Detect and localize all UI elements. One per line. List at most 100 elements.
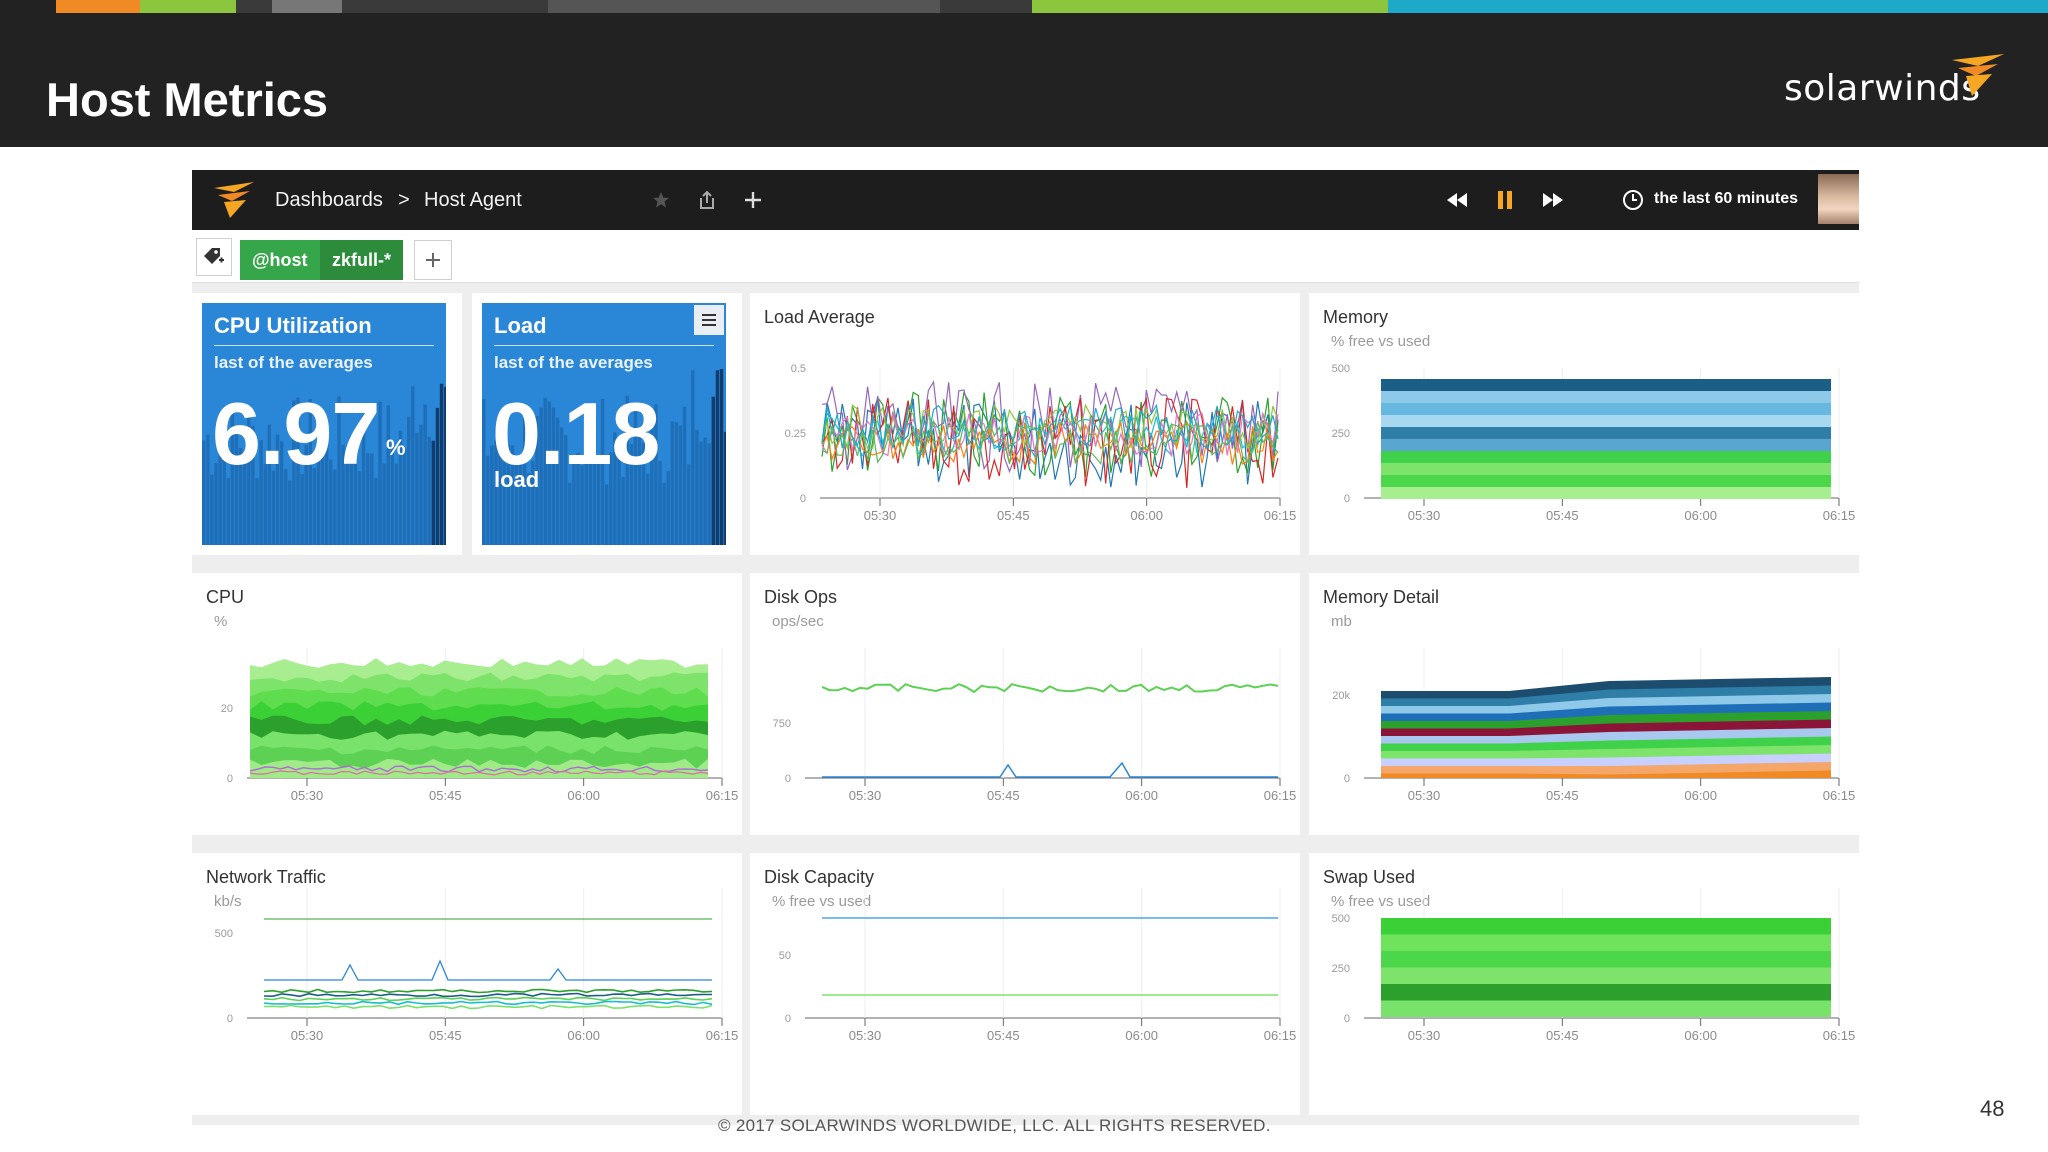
network-traffic-panel: Network Traffic kb/s 500 0 05:30 05:45 06:00…: [192, 853, 742, 1115]
x-tick-label: 05:30: [1408, 788, 1441, 803]
breadcrumb-host-agent[interactable]: Host Agent: [424, 189, 522, 212]
sparkline-bar: [407, 416, 411, 545]
y-tick-label: 750: [773, 718, 791, 730]
swap-band: [1381, 951, 1831, 968]
memory-band: [1381, 379, 1831, 391]
tag-key-pill[interactable]: @host: [240, 240, 320, 280]
sparkline-bar: [427, 436, 431, 545]
sparkline-bar: [711, 396, 715, 545]
solarwinds-logo-icon[interactable]: [212, 180, 256, 220]
x-tick-label: 06:00: [1684, 1028, 1717, 1043]
network-line: [264, 959, 712, 981]
pause-icon[interactable]: [1490, 184, 1520, 216]
sparkline-bar: [662, 482, 666, 545]
sparkline-bar: [206, 434, 210, 545]
x-tick-label: 05:30: [1408, 508, 1441, 523]
memory-band: [1381, 439, 1831, 451]
solarwinds-logo-icon: [1952, 54, 2004, 96]
sparkline-bar: [695, 429, 699, 545]
swap-used-panel: Swap Used % free vs used 500 250 0 05:30 05:…: [1309, 853, 1859, 1115]
memory-detail-panel: Memory Detail mb 20k 0 05:30 05:45 06:00 06:1…: [1309, 573, 1859, 835]
x-tick-label: 05:45: [1546, 788, 1579, 803]
y-tick-label: 250: [1332, 428, 1350, 440]
sparkline-bar: [699, 441, 703, 545]
star-icon[interactable]: [648, 184, 674, 216]
stat-unit: %: [386, 435, 406, 460]
stat-unit: load: [494, 467, 540, 492]
sparkline-bar: [707, 443, 711, 545]
stat-divider: [214, 345, 434, 346]
x-tick-label: 06:15: [1264, 1028, 1297, 1043]
sparkline-bar: [435, 407, 440, 545]
memory-band: [1381, 391, 1831, 403]
plus-icon: [426, 253, 440, 267]
stat-title: Load: [494, 313, 547, 338]
load-average-chart: 0.5 0.25 0 05:30 05:45 06:00 06:15: [785, 363, 1297, 523]
sparkline-bar: [439, 383, 444, 545]
y-tick-label: 0.25: [785, 428, 806, 440]
x-tick-label: 05:45: [429, 1028, 462, 1043]
cpu-utilization-panel: CPU Utilization last of the averages 6.9…: [192, 293, 462, 555]
sparkline-bar: [719, 369, 724, 545]
sparkline-bar: [288, 480, 292, 545]
memory-band: [1381, 403, 1831, 415]
swap-used-chart: 500 250 0 05:30 05:45 06:00 06:15: [1332, 888, 1856, 1043]
tag-value-pill[interactable]: zkfull-*: [320, 240, 404, 280]
sparkline-bar: [715, 370, 720, 545]
y-tick-label: 20: [221, 703, 233, 715]
breadcrumb-dashboards[interactable]: Dashboards: [275, 189, 383, 212]
tag-filter-button[interactable]: [196, 238, 232, 276]
sparkline-bar: [723, 431, 726, 545]
tag-toolbar: @host zkfull-*: [192, 230, 1859, 283]
x-tick-label: 05:30: [1408, 1028, 1441, 1043]
y-tick-label: 0.5: [791, 363, 806, 375]
sparkline-bar: [386, 405, 390, 545]
network-line: [263, 988, 713, 994]
sparkline-bar: [374, 477, 378, 545]
memory-band: [1381, 427, 1831, 439]
x-tick-label: 05:30: [864, 508, 897, 523]
page-number: 48: [1980, 1096, 2005, 1121]
y-tick-label: 500: [1332, 913, 1350, 925]
x-tick-label: 06:15: [1264, 788, 1297, 803]
fast-forward-icon[interactable]: [1538, 184, 1568, 216]
memory-detail-chart: 20k 0 05:30 05:45 06:00 06:15: [1332, 648, 1855, 803]
memory-band: [1381, 451, 1831, 463]
avatar[interactable]: [1818, 174, 1859, 224]
y-tick-label: 0: [1344, 773, 1350, 785]
x-tick-label: 05:45: [429, 788, 462, 803]
sparkline-bar: [687, 464, 691, 545]
memory-band: [1381, 463, 1831, 475]
x-tick-label: 06:15: [1823, 508, 1856, 523]
x-tick-label: 06:15: [1823, 1028, 1856, 1043]
rewind-icon[interactable]: [1442, 184, 1472, 216]
menu-icon[interactable]: [694, 305, 724, 335]
x-tick-label: 05:45: [997, 508, 1030, 523]
add-tag-button[interactable]: [414, 240, 452, 280]
sparkline-bar: [703, 437, 707, 545]
sparkline-bar: [423, 404, 427, 545]
disk-ops-chart: 750 0 05:30 05:45 06:00 06:15: [773, 648, 1297, 803]
y-tick-label: 500: [1332, 363, 1350, 375]
plus-icon[interactable]: [740, 184, 766, 216]
x-tick-label: 06:15: [1264, 508, 1297, 523]
clock-icon[interactable]: [1618, 184, 1648, 216]
x-tick-label: 06:00: [1684, 508, 1717, 523]
breadcrumb-separator-icon: >: [398, 189, 410, 211]
y-tick-label: 0: [1344, 493, 1350, 505]
share-icon[interactable]: [694, 184, 720, 216]
load-stat: Load last of the averages 0.18 load: [482, 303, 726, 545]
sparkline-bar: [226, 477, 230, 545]
time-range-selector[interactable]: the last 60 minutes: [1654, 190, 1798, 208]
sparkline-bar: [443, 386, 446, 545]
sparkline-bar: [605, 484, 609, 545]
disk-ops-line: [822, 761, 1278, 778]
sparkline-bar: [621, 476, 625, 545]
sparkline-bar: [666, 471, 670, 545]
color-strip: [0, 0, 2048, 13]
memory-band: [1381, 415, 1831, 427]
sparkline-bar: [678, 425, 683, 545]
x-tick-label: 06:00: [1684, 788, 1717, 803]
top-nav: Dashboards > Host Agent the last 60 minu…: [192, 170, 1859, 230]
x-tick-label: 05:45: [1546, 508, 1579, 523]
